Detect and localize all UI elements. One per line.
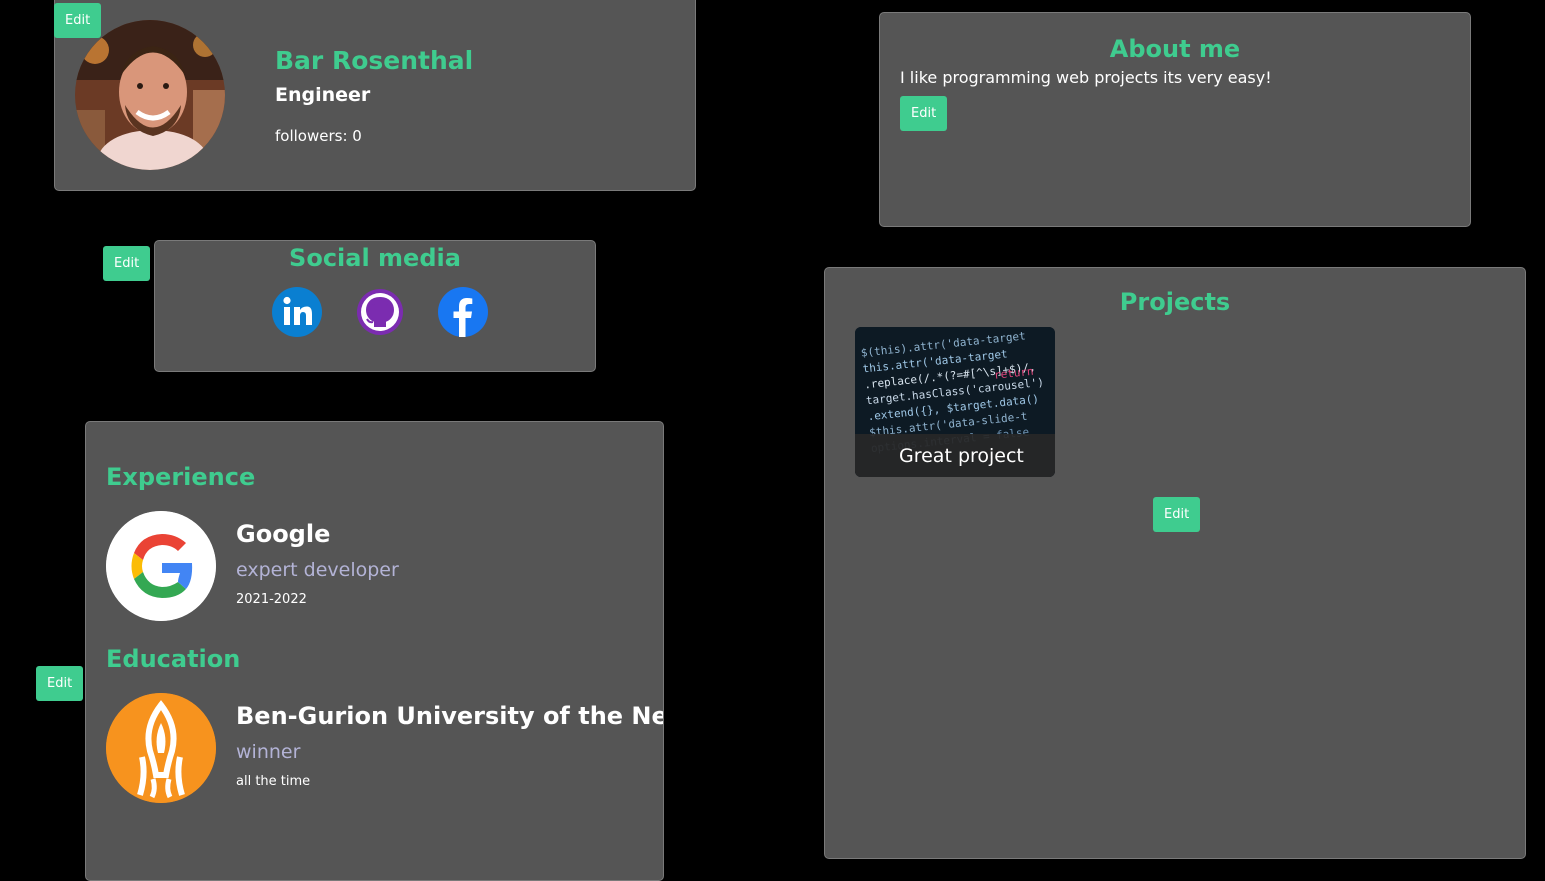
project-name: Great project — [899, 445, 1024, 467]
experience-card: Experience Google expert developer 2021-… — [85, 421, 664, 881]
facebook-icon[interactable] — [438, 287, 488, 337]
project-caption: Great project — [855, 434, 1055, 477]
profile-name: Bar Rosenthal — [275, 46, 474, 75]
edit-experience-button[interactable]: Edit — [36, 666, 84, 701]
experience-years: 2021-2022 — [236, 592, 307, 607]
project-card[interactable]: $(this).attr('data-target this.attr('dat… — [855, 327, 1055, 477]
edit-social-button[interactable]: Edit — [103, 246, 151, 281]
projects-card: Projects $(this).attr('data-target this.… — [824, 267, 1526, 859]
education-years: all the time — [236, 774, 311, 789]
profile-role: Engineer — [275, 84, 371, 106]
google-logo — [106, 511, 216, 621]
about-text: I like programming web projects its very… — [900, 68, 1272, 87]
education-title: Education — [106, 645, 241, 673]
experience-company: Google — [236, 520, 331, 548]
experience-position: expert developer — [236, 559, 399, 581]
edit-projects-button[interactable]: Edit — [1153, 497, 1201, 532]
education-degree: winner — [236, 741, 301, 763]
profile-avatar — [75, 20, 225, 170]
experience-title: Experience — [106, 463, 256, 491]
about-title: About me — [1109, 35, 1241, 63]
social-media-card: Social media — [154, 240, 596, 372]
profile-card: Bar Rosenthal Engineer followers: 0 — [54, 0, 696, 191]
projects-title: Projects — [1119, 288, 1231, 316]
bgu-logo — [106, 693, 216, 803]
followers-count: followers: 0 — [275, 127, 362, 145]
about-card: About me I like programming web projects… — [879, 12, 1471, 227]
education-school: Ben-Gurion University of the Negev — [236, 702, 663, 730]
edit-about-button[interactable]: Edit — [900, 96, 948, 131]
social-media-title: Social media — [289, 244, 461, 272]
linkedin-icon[interactable] — [272, 287, 322, 337]
edit-profile-button[interactable]: Edit — [54, 3, 102, 38]
github-icon[interactable] — [355, 287, 405, 337]
